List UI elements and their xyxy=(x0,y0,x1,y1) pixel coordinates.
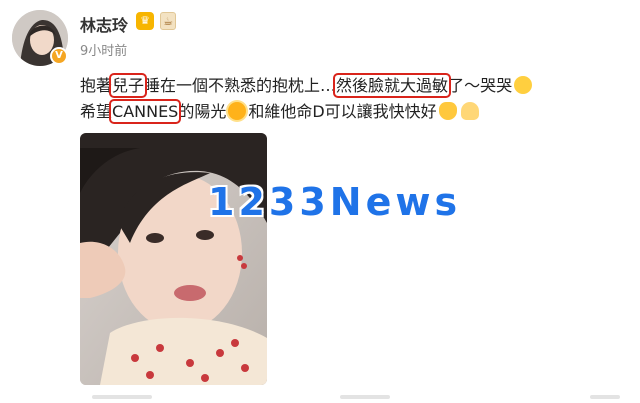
post-timestamp[interactable]: 9小时前 xyxy=(80,40,127,59)
highlighted-text: CANNES xyxy=(109,99,182,124)
text-segment: 和維他命D可以讓我快快好 xyxy=(248,102,437,121)
verified-badge-icon: V xyxy=(50,47,68,65)
post-text-line-1: 抱著兒子睡在一個不熟悉的抱枕上…然後臉就大過敏了～哭哭 xyxy=(80,72,534,98)
milk-tea-icon[interactable]: ☕ xyxy=(160,12,176,30)
hands-emoji-icon xyxy=(438,102,457,120)
text-segment: 了～哭哭 xyxy=(448,76,513,95)
sun-emoji-icon xyxy=(228,102,247,120)
vip-crown-icon[interactable]: ♛ xyxy=(136,12,154,30)
post-text-line-2: 希望CANNES的陽光 和維他命D可以讓我快快好 xyxy=(80,98,481,124)
post-photo[interactable] xyxy=(80,133,267,385)
text-segment: 睡在一個不熟悉的抱枕上… xyxy=(144,76,337,95)
highlighted-text: 兒子 xyxy=(109,73,148,98)
crying-emoji-icon xyxy=(514,76,533,94)
watermark-logo: 1233News xyxy=(208,180,462,224)
text-segment: 的陽光 xyxy=(178,102,227,121)
user-name[interactable]: 林志玲 xyxy=(80,12,128,36)
text-segment: 希望 xyxy=(80,102,113,121)
share-button[interactable] xyxy=(92,395,152,399)
like-button[interactable] xyxy=(590,395,620,399)
comment-button[interactable] xyxy=(340,395,390,399)
action-bar xyxy=(0,392,640,403)
pray-emoji-icon xyxy=(460,102,479,120)
text-segment: 抱著 xyxy=(80,76,113,95)
highlighted-text: 然後臉就大過敏 xyxy=(333,73,452,98)
selfie-image xyxy=(80,133,267,385)
